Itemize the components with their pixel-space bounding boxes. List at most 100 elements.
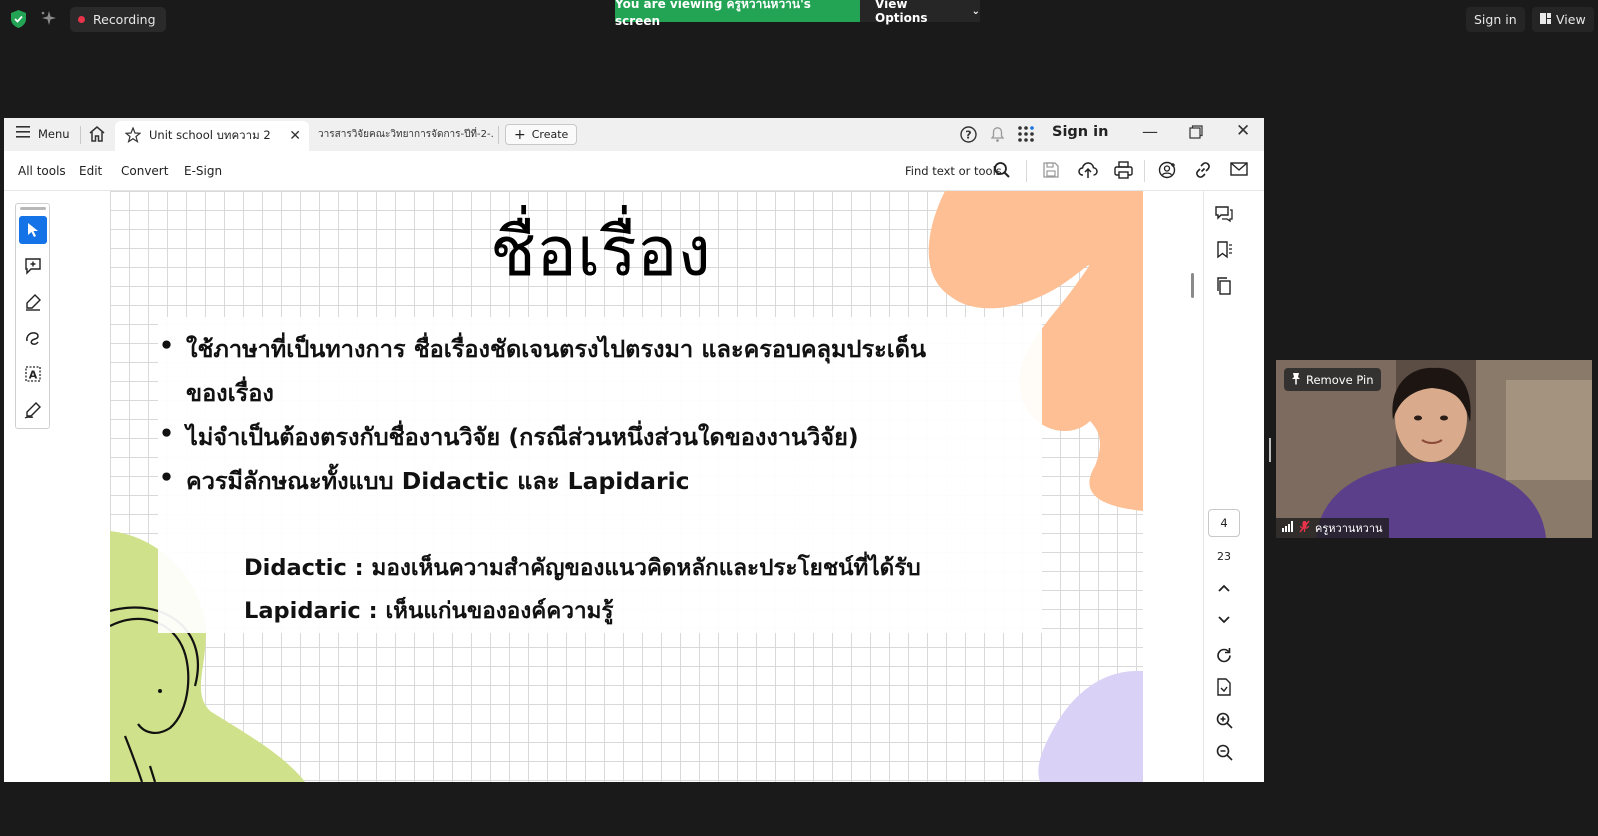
tab-divider xyxy=(80,126,81,144)
convert-button[interactable]: Convert xyxy=(121,164,168,178)
notification-bell-icon[interactable] xyxy=(989,125,1006,147)
minimize-icon[interactable]: — xyxy=(1142,122,1158,141)
bullet-item: • ใช้ภาษาที่เป็นทางการ ชื่อเรื่องชัดเจนต… xyxy=(159,331,927,368)
apps-grid-icon[interactable] xyxy=(1017,125,1035,147)
zoom-sign-in-button[interactable]: Sign in xyxy=(1466,7,1525,32)
participant-name: ครูหวานหวาน xyxy=(1315,522,1383,535)
toolbar-divider xyxy=(1144,160,1145,182)
bullet-text: ไม่จำเป็นต้องตรงกับชื่องานวิจัย (กรณีส่ว… xyxy=(186,423,859,451)
all-tools-button[interactable]: All tools xyxy=(18,164,66,178)
link-icon[interactable] xyxy=(1194,161,1214,181)
recording-dot-icon xyxy=(78,16,85,23)
tab-journal[interactable]: วารสารวิจัยคณะวิทยาการจัดการ-ปีที่-2-... xyxy=(318,127,494,142)
highlight-pen-icon[interactable] xyxy=(19,288,47,316)
panel-grip[interactable] xyxy=(20,207,46,210)
pdf-page[interactable]: ชื่อเรื่อง • ใช้ภาษาที่เป็นทางการ ชื่อเร… xyxy=(110,191,1143,782)
bullet-text: ใช้ภาษาที่เป็นทางการ ชื่อเรื่องชัดเจนตรง… xyxy=(186,335,927,363)
right-rail: 4 23 xyxy=(1203,191,1243,782)
hamburger-icon xyxy=(16,126,30,141)
bullet-dot: • xyxy=(159,331,175,359)
acrobat-toolbar: All tools Edit Convert E-Sign Find text … xyxy=(4,151,1264,191)
draw-freehand-icon[interactable] xyxy=(19,324,47,352)
slide-title: ชื่อเรื่อง xyxy=(490,213,711,292)
panel-resize-handle[interactable] xyxy=(1269,438,1271,462)
search-icon[interactable] xyxy=(993,161,1013,181)
view-label: View xyxy=(1556,12,1586,27)
remove-pin-button[interactable]: Remove Pin xyxy=(1284,368,1381,391)
save-icon[interactable] xyxy=(1042,161,1062,181)
total-pages: 23 xyxy=(1217,550,1231,563)
lavender-blob xyxy=(1038,670,1143,782)
participant-video[interactable]: Remove Pin ครูหวานหวาน xyxy=(1276,360,1592,538)
copy-pages-icon[interactable] xyxy=(1213,275,1235,297)
signal-bars-icon xyxy=(1282,521,1294,535)
menu-button[interactable]: Menu xyxy=(16,126,70,141)
tab-divider xyxy=(498,126,499,144)
esign-button[interactable]: E-Sign xyxy=(184,164,222,178)
remove-pin-label: Remove Pin xyxy=(1306,372,1374,387)
help-icon[interactable]: ? xyxy=(960,126,977,147)
bullet-text: ของเรื่อง xyxy=(186,379,274,407)
bookmarks-icon[interactable] xyxy=(1213,239,1235,261)
zoom-in-icon[interactable] xyxy=(1213,709,1235,731)
lapidaric-definition: Lapidaric : เห็นแก่นขององค์ความรู้ xyxy=(244,598,614,624)
home-icon[interactable] xyxy=(88,125,108,145)
quick-tools-panel: A xyxy=(15,203,50,429)
acrobat-sign-in-button[interactable]: Sign in xyxy=(1052,124,1108,140)
acrobat-window: Menu Unit school บทความ 2 ✕ วารสารวิจัยค… xyxy=(4,118,1264,782)
ai-companion-icon[interactable] xyxy=(40,10,57,27)
tab-bar: Menu Unit school บทความ 2 ✕ วารสารวิจัยค… xyxy=(4,118,1264,151)
edit-button[interactable]: Edit xyxy=(79,164,102,178)
plus-icon: + xyxy=(514,126,526,143)
create-label: Create xyxy=(531,128,569,141)
print-icon[interactable] xyxy=(1114,161,1134,181)
zoom-out-icon[interactable] xyxy=(1213,741,1235,763)
bullet-text: ควรมีลักษณะทั้งแบบ Didactic และ Lapidari… xyxy=(186,467,690,495)
screen-share-banner: You are viewing ครูหวานหวาน's screen xyxy=(615,0,860,28)
bullet-dot: • xyxy=(159,419,175,447)
participant-name-tag: ครูหวานหวาน xyxy=(1276,518,1389,538)
select-cursor-icon[interactable] xyxy=(19,216,47,244)
refresh-icon[interactable] xyxy=(1213,644,1235,666)
text-box-icon[interactable]: A xyxy=(19,360,47,388)
share-user-icon[interactable] xyxy=(1158,161,1178,181)
recording-indicator[interactable]: Recording xyxy=(70,7,166,32)
security-shield-icon[interactable] xyxy=(10,10,27,28)
view-options-button[interactable]: View Options ⌄ xyxy=(860,0,980,25)
didactic-definition: Didactic : มองเห็นความสำคัญของแนวคิดหลัก… xyxy=(244,555,921,581)
email-icon[interactable] xyxy=(1230,161,1250,181)
tab-title: Unit school บทความ 2 xyxy=(149,128,271,142)
current-page-input[interactable]: 4 xyxy=(1208,509,1240,537)
view-grid-icon xyxy=(1540,12,1551,27)
recording-label: Recording xyxy=(93,12,156,27)
vertical-scrollbar-thumb[interactable] xyxy=(1191,273,1194,298)
upload-cloud-icon[interactable] xyxy=(1078,161,1098,181)
zoom-top-bar: Recording You are viewing ครูหวานหวาน's … xyxy=(0,0,1598,40)
chevron-up-icon[interactable] xyxy=(1213,577,1235,599)
tab-unit-school[interactable]: Unit school บทความ 2 ✕ xyxy=(115,121,309,151)
page-extract-icon[interactable] xyxy=(1213,676,1235,698)
create-button[interactable]: + Create xyxy=(505,124,578,145)
zoom-view-button[interactable]: View xyxy=(1532,7,1594,32)
star-icon[interactable] xyxy=(124,125,142,146)
comments-icon[interactable] xyxy=(1213,203,1235,225)
pin-icon xyxy=(1291,372,1301,388)
menu-label: Menu xyxy=(38,126,70,141)
toolbar-divider xyxy=(1026,160,1027,182)
bullet-continuation: ของเรื่อง xyxy=(186,375,274,412)
bullet-dot: • xyxy=(159,463,175,491)
bullet-item: • ไม่จำเป็นต้องตรงกับชื่องานวิจัย (กรณีส… xyxy=(159,419,859,456)
find-text-tools[interactable]: Find text or tools xyxy=(905,164,1002,178)
close-window-icon[interactable]: ✕ xyxy=(1236,121,1250,141)
close-tab-icon[interactable]: ✕ xyxy=(289,128,301,144)
chevron-down-icon[interactable] xyxy=(1213,609,1235,631)
bullet-item: • ควรมีลักษณะทั้งแบบ Didactic และ Lapida… xyxy=(159,463,690,500)
muted-mic-icon xyxy=(1299,520,1310,536)
add-comment-icon[interactable] xyxy=(19,252,47,280)
sign-pen-icon[interactable] xyxy=(19,396,47,424)
chevron-down-icon: ⌄ xyxy=(971,5,980,17)
restore-icon[interactable] xyxy=(1189,124,1203,143)
view-options-label: View Options xyxy=(875,0,928,25)
svg-text:A: A xyxy=(29,369,38,382)
svg-text:?: ? xyxy=(965,129,971,142)
